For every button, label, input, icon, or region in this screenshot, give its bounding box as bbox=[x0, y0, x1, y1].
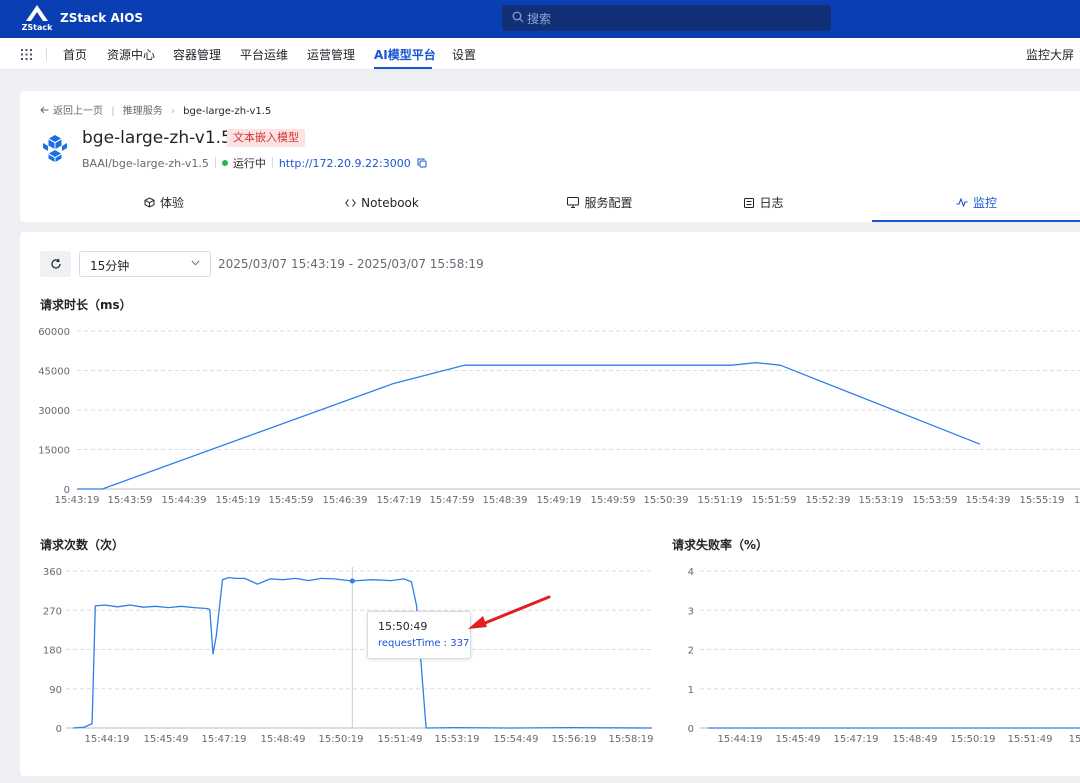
x-tick-label: 15:49:59 bbox=[591, 495, 636, 506]
x-tick-label: 15:48:49 bbox=[261, 734, 306, 745]
x-tick-label: 15:48:39 bbox=[483, 495, 528, 506]
x-tick-label: 15:49:19 bbox=[537, 495, 582, 506]
hover-point bbox=[349, 578, 355, 584]
x-tick-label: 15:53:19 bbox=[859, 495, 904, 506]
chart-tooltip: 15:50:49 requestTime : 337 bbox=[367, 611, 471, 659]
y-tick-label: 270 bbox=[43, 606, 62, 617]
x-tick-label: 15:58:19 bbox=[609, 734, 654, 745]
x-tick-label: 15:45:59 bbox=[269, 495, 314, 506]
x-tick-label: 15:48:49 bbox=[893, 734, 938, 745]
y-tick-label: 4 bbox=[688, 567, 694, 578]
x-tick-label: 15:44:39 bbox=[162, 495, 207, 506]
x-tick-label: 15:44:19 bbox=[718, 734, 763, 745]
x-tick-label: 15:47:59 bbox=[430, 495, 475, 506]
x-tick-label: 15:43:59 bbox=[108, 495, 153, 506]
series-line bbox=[77, 361, 981, 490]
request-duration-chart: 0 15000 30000 45000 60000 15:43:19 15:43:59 15:… bbox=[38, 327, 1080, 745]
x-tick-label: 15:44:19 bbox=[85, 734, 130, 745]
x-tick-label: 15:51:49 bbox=[378, 734, 423, 745]
x-tick-label: 15 bbox=[1069, 734, 1080, 745]
x-tick-label: 1 bbox=[1074, 495, 1080, 506]
y-tick-label: 60000 bbox=[38, 327, 70, 338]
y-tick-label: 30000 bbox=[38, 406, 70, 417]
x-tick-label: 15:50:39 bbox=[644, 495, 689, 506]
x-tick-label: 15:54:39 bbox=[966, 495, 1011, 506]
tooltip-time: 15:50:49 bbox=[378, 620, 428, 633]
y-tick-label: 0 bbox=[56, 724, 62, 735]
x-tick-label: 15:55:19 bbox=[1020, 495, 1065, 506]
x-tick-label: 15:51:49 bbox=[1008, 734, 1053, 745]
y-tick-label: 1 bbox=[688, 685, 694, 696]
x-tick-label: 15:50:19 bbox=[951, 734, 996, 745]
series-line bbox=[72, 576, 653, 729]
x-tick-label: 15:43:19 bbox=[55, 495, 100, 506]
x-tick-label: 15:47:19 bbox=[377, 495, 422, 506]
y-tick-label: 3 bbox=[688, 606, 694, 617]
annotation-arrow-icon bbox=[468, 595, 551, 629]
x-tick-label: 15:46:39 bbox=[323, 495, 368, 506]
y-tick-label: 360 bbox=[43, 567, 62, 578]
x-tick-label: 15:56:19 bbox=[552, 734, 597, 745]
x-tick-label: 15:45:49 bbox=[144, 734, 189, 745]
x-tick-label: 15:47:19 bbox=[202, 734, 247, 745]
y-tick-label: 180 bbox=[43, 646, 62, 657]
x-tick-label: 15:54:49 bbox=[494, 734, 539, 745]
x-tick-label: 15:53:59 bbox=[913, 495, 958, 506]
tooltip-value: requestTime : 337 bbox=[378, 638, 470, 649]
y-tick-label: 90 bbox=[49, 685, 62, 696]
tooltip-series-name: requestTime bbox=[378, 638, 441, 649]
x-tick-label: 15:45:49 bbox=[776, 734, 821, 745]
y-tick-label: 45000 bbox=[38, 367, 70, 378]
x-tick-label: 15:47:19 bbox=[834, 734, 879, 745]
x-tick-label: 15:45:19 bbox=[216, 495, 261, 506]
x-tick-label: 15:51:19 bbox=[698, 495, 743, 506]
y-tick-label: 15000 bbox=[38, 446, 70, 457]
x-tick-label: 15:50:19 bbox=[319, 734, 364, 745]
x-tick-label: 15:52:39 bbox=[806, 495, 851, 506]
y-tick-label: 2 bbox=[688, 646, 694, 657]
tooltip-series-value: 337 bbox=[450, 638, 470, 649]
x-tick-label: 15:51:59 bbox=[752, 495, 797, 506]
y-tick-label: 0 bbox=[688, 724, 694, 735]
x-tick-label: 15:53:19 bbox=[435, 734, 480, 745]
